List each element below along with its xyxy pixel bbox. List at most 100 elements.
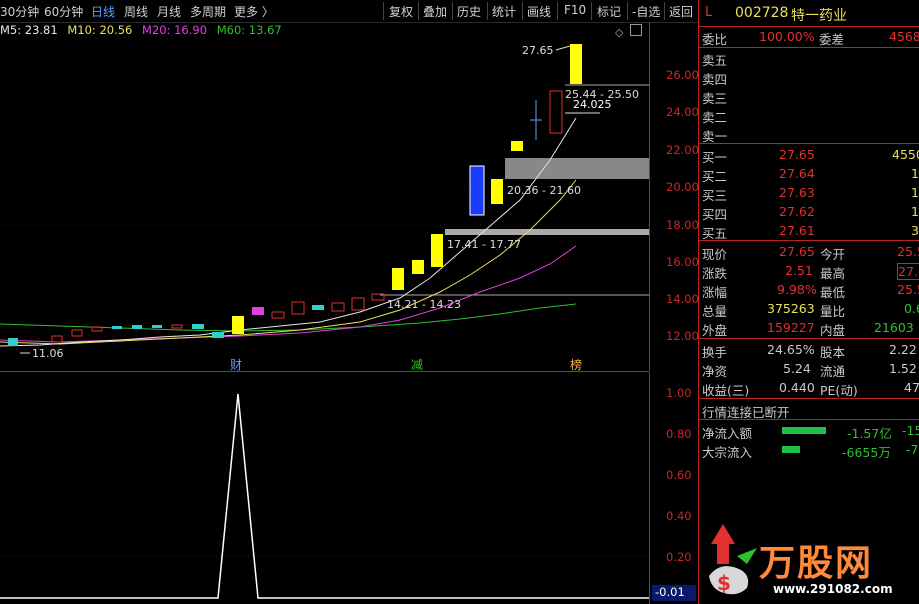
gap-label-3: 17.41 - 17.77 [447, 238, 521, 251]
sell-row[interactable]: 卖四 [699, 67, 919, 87]
price-tick: 26.00 [666, 68, 699, 82]
toolbar-divider [487, 2, 488, 20]
sell-row[interactable]: 卖一 [699, 124, 919, 144]
candle [431, 234, 443, 267]
gap-label-4: 14.21 - 14.23 [387, 298, 461, 311]
event-marker-earnings[interactable]: 财 [230, 356, 242, 373]
history-button[interactable]: 历史 [457, 3, 481, 20]
event-marker-reduction[interactable]: 减 [411, 356, 423, 373]
buy-row[interactable]: 买二 27.64 1 [699, 164, 919, 184]
watermark-logo: $ 万股网 www.291082.com [699, 520, 919, 604]
buy-volume: 4550 [892, 147, 919, 162]
indicator-tick: 0.40 [666, 509, 692, 523]
toolbar-divider [452, 2, 453, 20]
connection-status: 行情连接已断开 [699, 400, 919, 420]
buy-row[interactable]: 买五 27.61 3 [699, 221, 919, 241]
peak-pointer [555, 45, 571, 51]
quote-value: 0.6 [904, 301, 919, 316]
divider [699, 338, 919, 339]
more-menu[interactable]: 更多 〉 [234, 3, 274, 20]
sell-row[interactable]: 卖二 [699, 105, 919, 125]
diamond-icon[interactable]: ◇ [615, 26, 623, 39]
candle [570, 44, 582, 84]
price-tick: 22.00 [666, 143, 699, 157]
stock-code: 002728 [735, 5, 789, 21]
indicator-chart[interactable] [0, 372, 649, 604]
toolbar-divider [383, 2, 384, 20]
quote-value: 27.65 [779, 244, 815, 259]
flow-row: 净流入额 -1.57亿 -15 [699, 421, 919, 441]
svg-text:$: $ [717, 571, 731, 595]
ma20-line [0, 245, 577, 343]
f10-button[interactable]: F10 [564, 3, 586, 17]
quote-row: 净资 5.24 流通 1.52 [699, 359, 919, 379]
candlestick-chart[interactable]: 27.65 25.44 - 25.50 24.025 20.36 - 21.60… [0, 40, 649, 370]
maximize-icon[interactable] [630, 24, 642, 36]
watermark-url: www.291082.com [773, 582, 893, 596]
draw-line-button[interactable]: 画线 [527, 3, 551, 20]
quote-label: 内盘 [820, 323, 846, 338]
back-button[interactable]: 返回 [669, 3, 693, 20]
quote-value: 375263 [767, 301, 815, 316]
fuquan-button[interactable]: 复权 [389, 3, 413, 20]
tab-monthly[interactable]: 月线 [157, 3, 181, 20]
quote-row: 外盘 159227 内盘 21603 [699, 318, 919, 338]
quote-value: 0.440 [779, 380, 815, 395]
overlay-button[interactable]: 叠加 [423, 3, 447, 20]
sell-row[interactable]: 卖三 [699, 86, 919, 106]
candle [312, 305, 324, 310]
tab-30min[interactable]: 30分钟 [0, 3, 39, 20]
candle [232, 316, 244, 334]
remove-favorite-button[interactable]: -自选 [632, 3, 660, 20]
weibi-label: 委比 [702, 32, 728, 47]
indicator-tick: 0.60 [666, 468, 692, 482]
mark-button[interactable]: 标记 [597, 3, 621, 20]
buy-row[interactable]: 买一 27.65 4550 [699, 145, 919, 165]
candle [331, 302, 345, 312]
ma60-line [0, 303, 577, 332]
candle [212, 332, 224, 338]
sell-row[interactable]: 卖五 [699, 48, 919, 68]
candle [271, 311, 285, 319]
price-tick: 24.00 [666, 105, 699, 119]
buy-row[interactable]: 买四 27.62 1 [699, 202, 919, 222]
toolbar-divider [522, 2, 523, 20]
weibi-row: 委比 100.00% 委差 4568 [699, 27, 919, 47]
quote-value: 27.6 [897, 263, 919, 280]
quote-value: 47 [904, 380, 919, 395]
tab-weekly[interactable]: 周线 [124, 3, 148, 20]
event-marker-dragon-list[interactable]: 榜 [570, 356, 582, 373]
event-marker-row: 财 减 榜 [0, 355, 649, 372]
candle [192, 324, 204, 329]
candle [392, 268, 404, 290]
price-tick: 14.00 [666, 292, 699, 306]
quote-value: 5.24 [783, 361, 811, 376]
buy-row[interactable]: 买三 27.63 1 [699, 183, 919, 203]
weicha-value: 4568 [889, 29, 919, 44]
buy-volume: 1 [911, 204, 919, 219]
quote-value: 9.98% [777, 282, 817, 297]
candles [8, 44, 582, 346]
candle [511, 141, 523, 151]
candle [491, 179, 503, 204]
quote-row: 涨幅 9.98% 最低 25.5 [699, 280, 919, 300]
quote-label: 收益(三) [702, 383, 750, 398]
quote-value: 25.5 [897, 282, 919, 297]
candle [8, 338, 18, 346]
flow-bar [782, 446, 800, 453]
quote-value: 24.65% [767, 342, 815, 357]
buy-volume: 1 [911, 166, 919, 181]
candle [152, 325, 162, 328]
tab-60min[interactable]: 60分钟 [44, 3, 83, 20]
moving-average-legend: M5: 23.81 M10: 20.56 M20: 16.90 M60: 13.… [0, 23, 288, 39]
divider [699, 143, 919, 144]
flow-value-2: -7 [906, 442, 919, 457]
quote-value: 2.51 [785, 263, 813, 278]
tab-multi-period[interactable]: 多周期 [190, 3, 226, 20]
stock-marker: L [705, 5, 713, 20]
ma5-value: M5: 23.81 [0, 23, 58, 37]
tab-daily[interactable]: 日线 [91, 3, 115, 20]
statistics-button[interactable]: 统计 [492, 3, 516, 20]
toolbar-divider [664, 2, 665, 20]
price-tick: 16.00 [666, 255, 699, 269]
